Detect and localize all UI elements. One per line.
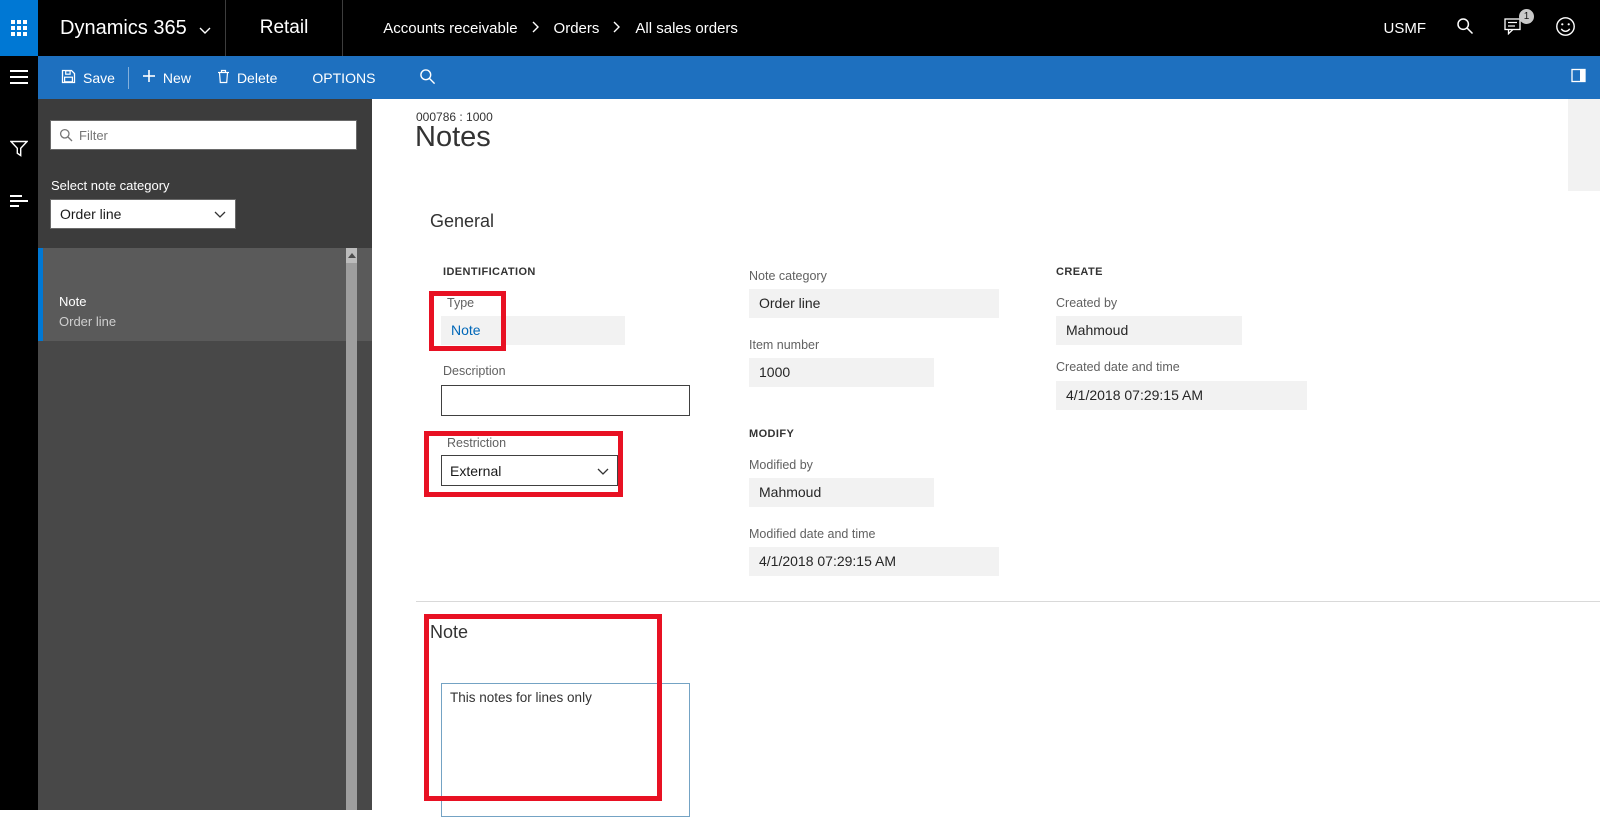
created-date-field: 4/1/2018 07:29:15 AM <box>1056 381 1307 410</box>
options-menu-button[interactable]: OPTIONS <box>290 56 397 99</box>
notes-list: Note Order line <box>38 248 372 810</box>
modify-group-header: MODIFY <box>749 428 795 440</box>
description-input[interactable] <box>441 385 690 416</box>
note-section-header[interactable]: Note <box>430 622 468 643</box>
save-button-label: Save <box>83 69 115 86</box>
filter-funnel-icon[interactable] <box>9 140 29 162</box>
modified-by-field: Mahmoud <box>749 478 934 507</box>
smiley-icon[interactable] <box>1555 16 1576 41</box>
side-pane-icon <box>1571 68 1586 88</box>
module-name[interactable]: Retail <box>226 17 343 39</box>
note-category-dropdown-value: Order line <box>60 206 122 222</box>
breadcrumb-all-sales-orders[interactable]: All sales orders <box>635 20 738 37</box>
action-toolbar: Save New Delete OPTIONS <box>38 56 1600 99</box>
note-textarea[interactable]: This notes for lines only <box>441 683 690 817</box>
created-by-label: Created by <box>1056 296 1118 310</box>
restriction-dropdown-value: External <box>450 462 502 479</box>
scrollbar[interactable] <box>346 248 357 810</box>
trash-icon <box>217 69 230 87</box>
save-icon <box>61 69 76 87</box>
note-category-field-label: Note category <box>749 269 827 283</box>
content-area: Select note category Order line Note Ord… <box>38 99 1600 825</box>
created-date-label: Created date and time <box>1056 360 1180 374</box>
chevron-down-icon[interactable] <box>199 22 211 40</box>
scrollbar-up-arrow[interactable] <box>346 248 357 263</box>
left-icon-strip-inner <box>0 56 38 810</box>
app-launcher-button[interactable] <box>0 0 38 56</box>
list-item-title: Note <box>59 294 87 309</box>
search-icon <box>419 68 436 88</box>
filter-search-box <box>50 120 357 150</box>
save-button[interactable]: Save <box>48 56 128 99</box>
general-section-header[interactable]: General <box>430 211 494 232</box>
notes-list-pane: Select note category Order line Note Ord… <box>38 99 372 810</box>
breadcrumb-orders[interactable]: Orders <box>554 20 600 37</box>
hamburger-menu-icon[interactable] <box>9 69 29 90</box>
search-icon[interactable] <box>1456 17 1474 39</box>
task-list-icon[interactable] <box>9 194 29 213</box>
item-number-label: Item number <box>749 338 820 352</box>
delete-button[interactable]: Delete <box>204 56 290 99</box>
restriction-dropdown[interactable]: External <box>441 455 618 486</box>
chevron-down-icon <box>214 206 226 222</box>
notification-badge: 1 <box>1519 9 1534 24</box>
type-field[interactable]: Note <box>441 316 625 345</box>
breadcrumb: Accounts receivable Orders All sales ord… <box>383 20 738 37</box>
chevron-down-icon <box>597 463 609 479</box>
breadcrumb-accounts-receivable[interactable]: Accounts receivable <box>383 20 517 37</box>
options-menu-label: OPTIONS <box>312 69 376 86</box>
create-group-header: CREATE <box>1056 266 1103 278</box>
right-gutter <box>1568 99 1600 191</box>
modified-date-field: 4/1/2018 07:29:15 AM <box>749 547 999 576</box>
list-item-subtitle: Order line <box>59 314 117 329</box>
type-label: Type <box>447 296 475 310</box>
chevron-right-icon <box>613 20 621 37</box>
toolbar-search-button[interactable] <box>397 56 458 99</box>
feedback-icon[interactable]: 1 <box>1504 9 1534 39</box>
restriction-label: Restriction <box>447 436 507 450</box>
list-item-note-order-line[interactable]: Note Order line <box>38 248 372 341</box>
section-divider <box>416 601 1600 602</box>
waffle-icon <box>11 20 27 36</box>
note-category-dropdown[interactable]: Order line <box>50 199 236 229</box>
notes-form: 000786 : 1000 Notes General IDENTIFICATI… <box>372 99 1600 825</box>
chevron-right-icon <box>532 20 540 37</box>
modified-by-label: Modified by <box>749 458 813 472</box>
created-by-field: Mahmoud <box>1056 316 1242 345</box>
app-title[interactable]: Dynamics 365 <box>60 17 187 40</box>
divider <box>342 0 344 56</box>
left-icon-strip <box>0 56 38 825</box>
new-button-label: New <box>162 69 191 86</box>
filter-input[interactable] <box>73 127 356 143</box>
page-title: Notes <box>415 121 491 153</box>
topbar-right-actions: USMF 1 <box>1384 9 1600 41</box>
company-selector[interactable]: USMF <box>1384 20 1427 37</box>
top-navigation-bar: Dynamics 365 Retail Accounts receivable … <box>0 0 1600 56</box>
identification-group-header: IDENTIFICATION <box>443 266 536 278</box>
close-pane-button[interactable] <box>1571 68 1600 88</box>
new-button[interactable]: New <box>129 56 204 99</box>
modified-date-label: Modified date and time <box>749 527 876 541</box>
search-icon <box>59 128 73 142</box>
note-category-field: Order line <box>749 289 999 318</box>
app-shell: Save New Delete OPTIONS Filter Select no… <box>0 56 1600 825</box>
item-number-field: 1000 <box>749 358 934 387</box>
delete-button-label: Delete <box>236 69 278 86</box>
description-label: Description <box>443 364 506 378</box>
plus-icon <box>142 69 156 86</box>
note-category-select-label: Select note category <box>51 178 170 193</box>
